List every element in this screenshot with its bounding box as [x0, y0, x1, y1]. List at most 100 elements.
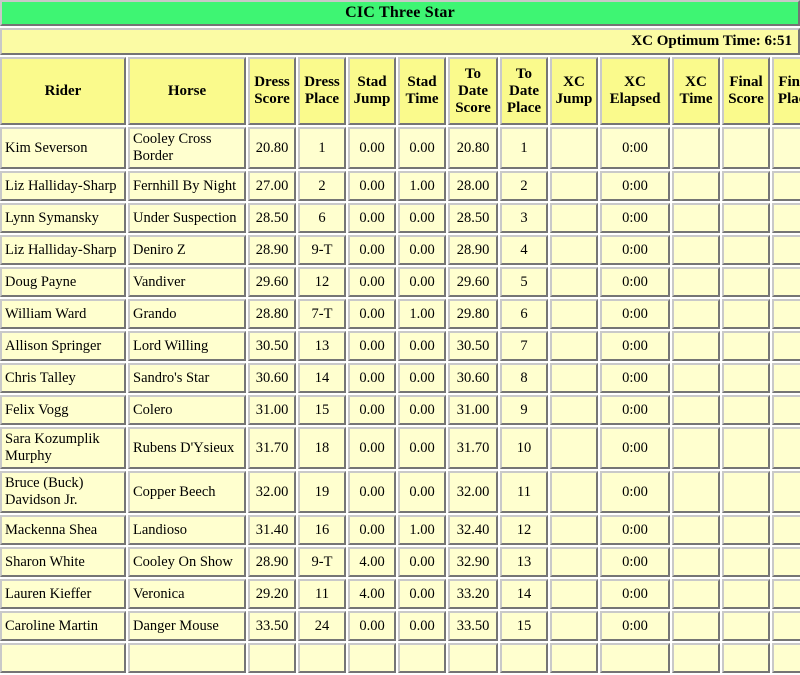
cell-xc-elapsed: 0:00 [600, 267, 670, 297]
column-header-line: Final [778, 74, 800, 90]
column-header-xc-jump[interactable]: XC Jump [550, 57, 598, 125]
cell-to-date-score: 32.40 [448, 515, 498, 545]
cell-stad-time: 1.00 [398, 515, 446, 545]
cell-final-place [772, 267, 800, 297]
cell-final-place [772, 579, 800, 609]
cell-final-score [722, 171, 770, 201]
cell-to-date-score: 29.60 [448, 267, 498, 297]
table-row[interactable]: Mackenna Shea Landioso 31.40 16 0.00 1.00 32.4… [0, 515, 800, 545]
cell-rider: Liz Halliday-Sharp [0, 235, 126, 265]
cell-final-place [772, 127, 800, 169]
cell-to-date-score: 32.00 [448, 471, 498, 513]
table-row[interactable]: Liz Halliday-Sharp Deniro Z 28.90 9-T 0.00 0.… [0, 235, 800, 265]
cell-horse: Vandiver [128, 267, 246, 297]
table-body: Kim Severson Cooley Cross Border 20.80 1 0.0… [0, 127, 800, 673]
cell-dress-score: 29.60 [248, 267, 296, 297]
table-row[interactable]: Felix Vogg Colero 31.00 15 0.00 0.00 31.00 9 0:… [0, 395, 800, 425]
column-header-xc-elapsed[interactable]: XC Elapsed [600, 57, 670, 125]
cell-to-date-place: 7 [500, 331, 548, 361]
table-row[interactable]: Caroline Martin Danger Mouse 33.50 24 0.00 0.… [0, 611, 800, 641]
table-row[interactable]: Allison Springer Lord Willing 30.50 13 0.00 0… [0, 331, 800, 361]
table-row[interactable]: Chris Talley Sandro's Star 30.60 14 0.00 0.00… [0, 363, 800, 393]
cell-final-place [772, 395, 800, 425]
cell-dress-score: 30.50 [248, 331, 296, 361]
cell-to-date-place: 3 [500, 203, 548, 233]
cell-xc-elapsed: 0:00 [600, 395, 670, 425]
cell-horse: Danger Mouse [128, 611, 246, 641]
cell-horse: Landioso [128, 515, 246, 545]
table-row[interactable]: Sara Kozumplik Murphy Rubens D'Ysieux 31.7… [0, 427, 800, 469]
results-table: Rider Horse Dress Score Dress Place Stad Jump St… [0, 55, 800, 675]
column-header-stad-time[interactable]: Stad Time [398, 57, 446, 125]
cell-dress-place: 11 [298, 579, 346, 609]
table-row[interactable]: Sharon White Cooley On Show 28.90 9-T 4.00 0.… [0, 547, 800, 577]
table-row[interactable]: Liz Halliday-Sharp Fernhill By Night 27.00… [0, 171, 800, 201]
cell-final-place [772, 471, 800, 513]
cell-dress-place: 18 [298, 427, 346, 469]
cell-stad-jump: 0.00 [348, 331, 396, 361]
column-header-to-date-place[interactable]: To Date Place [500, 57, 548, 125]
cell-final-score [722, 395, 770, 425]
cell-dress-score: 28.90 [248, 547, 296, 577]
cell-stad-time: 0.00 [398, 363, 446, 393]
column-header-line: To [464, 65, 482, 82]
table-row[interactable]: Kim Severson Cooley Cross Border 20.80 1 0.0… [0, 127, 800, 169]
cell-final-place [772, 331, 800, 361]
cell-xc-time [672, 267, 720, 297]
cell-dress-place: 7-T [298, 299, 346, 329]
cell-xc-time [672, 515, 720, 545]
cell-xc-jump [550, 515, 598, 545]
table-row[interactable]: William Ward Grando 28.80 7-T 0.00 1.00 29.80 6… [0, 299, 800, 329]
cell-stad-jump: 0.00 [348, 515, 396, 545]
cell-stad-time: 0.00 [398, 267, 446, 297]
column-header-line: Stad [407, 74, 437, 90]
table-row[interactable]: Lauren Kieffer Veronica 29.20 11 4.00 0.00 33.… [0, 579, 800, 609]
column-header-to-date-score[interactable]: To Date Score [448, 57, 498, 125]
cell-xc-jump [550, 363, 598, 393]
cell-xc-jump [550, 299, 598, 329]
cell-xc-time [672, 127, 720, 169]
cell-final-place [772, 611, 800, 641]
cell-rider: Allison Springer [0, 331, 126, 361]
column-header-dress-place[interactable]: Dress Place [298, 57, 346, 125]
cell-to-date-score: 28.50 [448, 203, 498, 233]
column-header-final-score[interactable]: Final Score [722, 57, 770, 125]
column-header-horse[interactable]: Horse [128, 57, 246, 125]
column-header-dress-score[interactable]: Dress Score [248, 57, 296, 125]
cell-stad-time: 0.00 [398, 203, 446, 233]
cell-final-place [772, 427, 800, 469]
cell-dress-place: 9-T [298, 547, 346, 577]
cell-stad-jump: 0.00 [348, 395, 396, 425]
cell-stad-jump: 0.00 [348, 427, 396, 469]
cell-xc-elapsed: 0:00 [600, 331, 670, 361]
column-header-stad-jump[interactable]: Stad Jump [348, 57, 396, 125]
cell-xc-time [672, 363, 720, 393]
table-row[interactable]: Bruce (Buck) Davidson Jr. Copper Beech 32.… [0, 471, 800, 513]
cell-rider: Bruce (Buck) Davidson Jr. [0, 471, 126, 513]
cell-dress-place: 12 [298, 267, 346, 297]
table-row[interactable]: Lynn Symansky Under Suspection 28.50 6 0.00 0… [0, 203, 800, 233]
cell-xc-jump [550, 127, 598, 169]
cell-dress-place: 9-T [298, 235, 346, 265]
column-header-line: XC [563, 74, 585, 90]
column-header-line: Place [506, 99, 542, 116]
cell-final-score [722, 299, 770, 329]
cell-stad-jump: 4.00 [348, 579, 396, 609]
cell-xc-elapsed: 0:00 [600, 235, 670, 265]
cell-stad-jump: 0.00 [348, 267, 396, 297]
column-header-line: Score [254, 91, 290, 107]
column-header-rider[interactable]: Rider [0, 57, 126, 125]
column-header-final-place[interactable]: FinalPlace [772, 57, 800, 125]
cell-xc-time [672, 427, 720, 469]
cell-xc-jump [550, 235, 598, 265]
table-row[interactable]: Doug Payne Vandiver 29.60 12 0.00 0.00 29.60 5 … [0, 267, 800, 297]
cell-xc-jump [550, 643, 598, 673]
cell-xc-elapsed: 0:00 [600, 547, 670, 577]
cell-rider: Felix Vogg [0, 395, 126, 425]
cell-final-score [722, 611, 770, 641]
cell-to-date-place: 1 [500, 127, 548, 169]
cell-to-date-score: 29.80 [448, 299, 498, 329]
table-row[interactable] [0, 643, 800, 673]
cell-xc-jump [550, 547, 598, 577]
column-header-xc-time[interactable]: XC Time [672, 57, 720, 125]
